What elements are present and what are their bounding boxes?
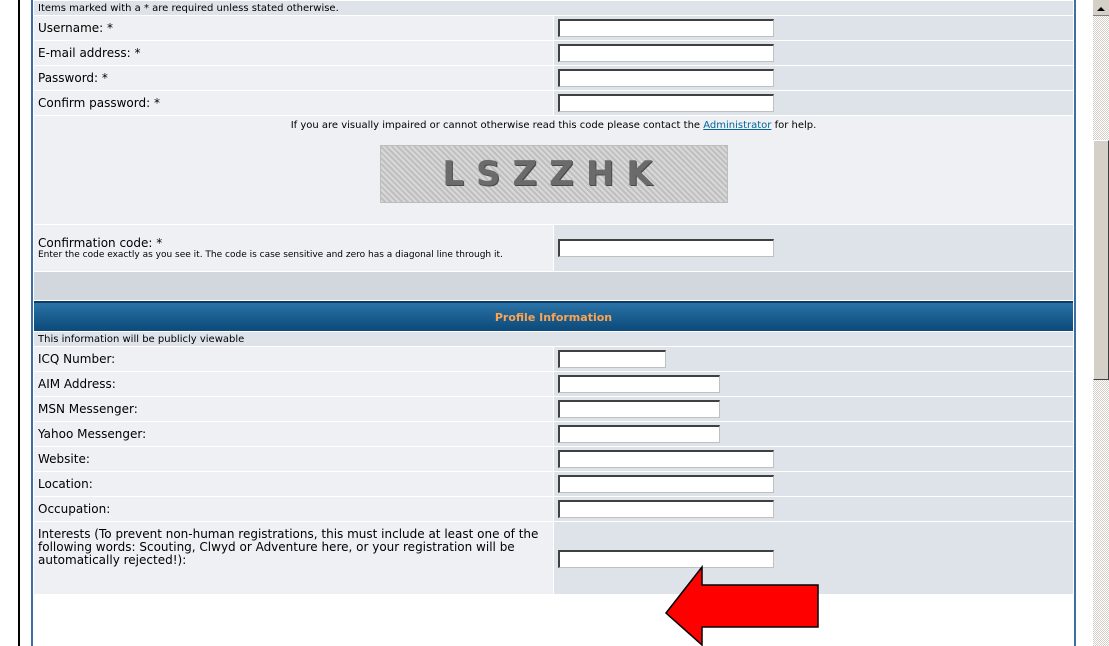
confirmation-code-row: Confirmation code: * Enter the code exac… (34, 225, 1073, 271)
aim-input[interactable] (558, 375, 720, 393)
username-label: Username: * (34, 16, 553, 40)
captcha-row: If you are visually impaired or cannot o… (34, 116, 1073, 224)
website-row: Website: (34, 447, 1073, 471)
captcha-image: LSZZHK (379, 145, 728, 203)
occupation-row: Occupation: (34, 497, 1073, 521)
occupation-input[interactable] (558, 500, 774, 518)
occupation-label: Occupation: (34, 497, 553, 521)
public-note: This information will be publicly viewab… (34, 332, 1073, 346)
section-spacer (34, 272, 1073, 300)
location-row: Location: (34, 472, 1073, 496)
arrow-up-icon (1097, 7, 1105, 11)
yahoo-input[interactable] (558, 425, 720, 443)
red-arrow-annotation (664, 565, 819, 646)
icq-label: ICQ Number: (34, 347, 553, 371)
yahoo-label: Yahoo Messenger: (34, 422, 553, 446)
email-input[interactable] (558, 44, 774, 62)
aim-row: AIM Address: (34, 372, 1073, 396)
msn-row: MSN Messenger: (34, 397, 1073, 421)
form-table: Items marked with a * are required unles… (33, 0, 1074, 595)
left-margin (0, 0, 10, 646)
email-label: E-mail address: * (34, 41, 553, 65)
confirmation-code-input[interactable] (558, 239, 774, 257)
location-input[interactable] (558, 475, 774, 493)
location-label: Location: (34, 472, 553, 496)
password-label: Password: * (34, 66, 553, 90)
confirmation-code-hint: Enter the code exactly as you see it. Th… (38, 250, 503, 260)
icq-input[interactable] (558, 350, 666, 368)
website-label: Website: (34, 447, 553, 471)
msn-input[interactable] (558, 400, 720, 418)
aim-label: AIM Address: (34, 372, 553, 396)
profile-information-header: Profile Information (34, 301, 1073, 331)
scroll-up-button[interactable] (1093, 0, 1109, 16)
captcha-help-text: If you are visually impaired or cannot o… (290, 120, 817, 131)
scroll-thumb[interactable] (1093, 140, 1109, 380)
username-input[interactable] (558, 19, 774, 37)
registration-form: Items marked with a * are required unles… (31, 0, 1076, 646)
arrow-shape (664, 565, 819, 646)
msn-label: MSN Messenger: (34, 397, 553, 421)
username-row: Username: * (34, 16, 1073, 40)
email-row: E-mail address: * (34, 41, 1073, 65)
left-border-line (18, 0, 20, 646)
password-input[interactable] (558, 69, 774, 87)
vertical-scrollbar[interactable] (1093, 0, 1109, 646)
confirmation-code-label: Confirmation code: * (38, 236, 163, 250)
confirm-password-row: Confirm password: * (34, 91, 1073, 115)
password-row: Password: * (34, 66, 1073, 90)
yahoo-row: Yahoo Messenger: (34, 422, 1073, 446)
required-note: Items marked with a * are required unles… (34, 1, 1073, 15)
website-input[interactable] (558, 450, 774, 468)
interests-label: Interests (To prevent non-human registra… (34, 522, 553, 594)
administrator-link[interactable]: Administrator (703, 120, 771, 131)
icq-row: ICQ Number: (34, 347, 1073, 371)
confirm-password-label: Confirm password: * (34, 91, 553, 115)
interests-row: Interests (To prevent non-human registra… (34, 522, 1073, 594)
confirm-password-input[interactable] (558, 94, 774, 112)
